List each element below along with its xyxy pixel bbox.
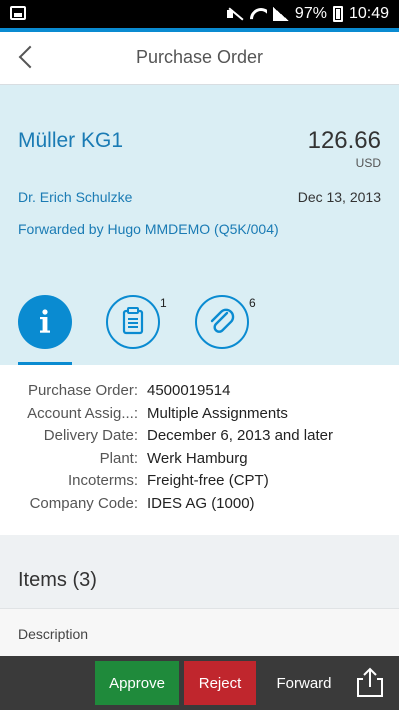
- action-bar: Approve Reject Forward: [0, 656, 399, 710]
- paperclip-icon: [210, 308, 235, 333]
- tab-info[interactable]: [18, 295, 72, 349]
- forward-button[interactable]: Forward: [262, 661, 346, 705]
- status-bar: 97% 10:49: [0, 0, 399, 28]
- tab-notes[interactable]: [106, 295, 160, 349]
- approve-button[interactable]: Approve: [95, 661, 179, 705]
- po-amount: 126.66: [307, 127, 381, 154]
- detail-value: December 6, 2013 and later: [147, 427, 333, 444]
- po-currency: USD: [355, 156, 381, 170]
- detail-label: Company Code:: [29, 494, 138, 512]
- detail-label: Incoterms:: [67, 472, 138, 489]
- app-bar: Purchase Order: [0, 28, 399, 85]
- battery-icon: [332, 6, 343, 22]
- items-title: Items (3): [18, 569, 97, 591]
- items-column-header: Description: [0, 608, 399, 656]
- detail-value: IDES AG (1000): [147, 494, 255, 512]
- share-icon[interactable]: [353, 665, 387, 701]
- detail-value: Werk Hamburg: [147, 449, 248, 467]
- po-date: Dec 13, 2013: [297, 189, 381, 205]
- details-panel: Purchase Order: 4500019514 Account Assig…: [0, 365, 399, 535]
- detail-row: Purchase Order: 4500019514: [0, 382, 399, 405]
- info-icon: [40, 309, 50, 333]
- detail-label: Plant:: [99, 449, 138, 467]
- po-header: Müller KG1 126.66 USD Dr. Erich Schulzke…: [0, 85, 399, 365]
- mute-icon: [226, 7, 243, 21]
- page-title: Purchase Order: [135, 47, 264, 67]
- requester-name[interactable]: Dr. Erich Schulzke: [18, 189, 132, 205]
- detail-row: Plant: Werk Hamburg: [0, 450, 399, 473]
- signal-icon: [272, 7, 289, 21]
- detail-row: Company Code: IDES AG (1000): [0, 495, 399, 518]
- detail-row: Incoterms: Freight-free (CPT): [0, 472, 399, 495]
- image-icon: [10, 6, 26, 20]
- wifi-icon: [249, 7, 267, 21]
- detail-value: Multiple Assignments: [147, 404, 288, 422]
- attachments-count-badge: 6: [249, 296, 256, 310]
- battery-percent: 97%: [294, 5, 327, 22]
- detail-value: 4500019514: [147, 382, 231, 399]
- detail-row: Account Assig...: Multiple Assignments: [0, 405, 399, 428]
- notes-count-badge: 1: [160, 296, 167, 310]
- tab-attachments[interactable]: [195, 295, 249, 349]
- notes-icon: [122, 307, 144, 335]
- items-section: Items (3): [0, 535, 399, 608]
- reject-button[interactable]: Reject: [184, 661, 256, 705]
- status-icons: 97% 10:49: [226, 4, 389, 24]
- forwarded-by[interactable]: Forwarded by Hugo MMDEMO (Q5K/004): [18, 221, 279, 237]
- detail-label: Account Assig...:: [27, 404, 138, 422]
- detail-label: Delivery Date:: [43, 427, 138, 444]
- clock: 10:49: [348, 5, 389, 22]
- detail-row: Delivery Date: December 6, 2013 and late…: [0, 427, 399, 450]
- detail-value: Freight-free (CPT): [147, 472, 269, 489]
- vendor-name: Müller KG1: [18, 129, 124, 152]
- detail-label: Purchase Order:: [27, 382, 138, 399]
- description-header: Description: [18, 626, 89, 642]
